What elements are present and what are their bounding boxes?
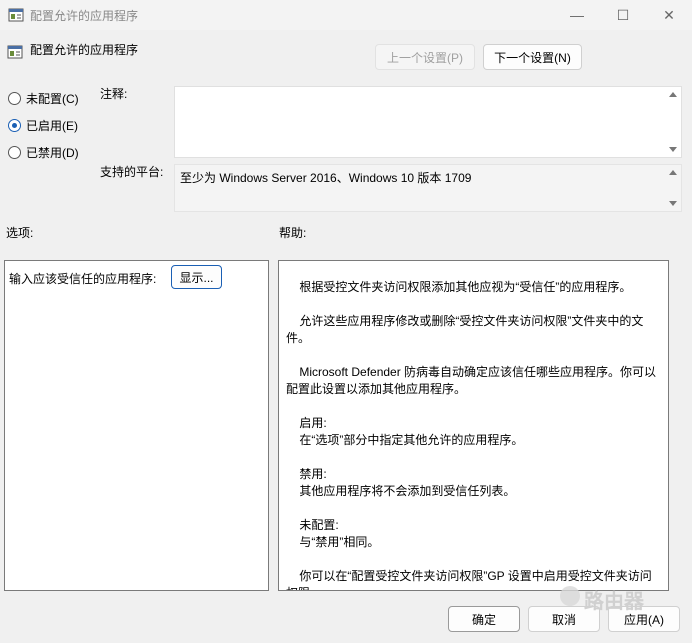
scroll-down-icon[interactable]: [669, 147, 677, 152]
window-title: 配置允许的应用程序: [30, 9, 139, 23]
comment-textarea[interactable]: [174, 86, 682, 158]
options-label: 选项:: [6, 226, 34, 240]
maximize-button[interactable]: ☐: [600, 0, 646, 30]
title-bar: 配置允许的应用程序 — ☐ ✕: [0, 0, 692, 30]
comment-scrollbar[interactable]: [666, 87, 681, 157]
trusted-apps-label: 输入应该受信任的应用程序:: [9, 272, 157, 286]
previous-setting-button[interactable]: 上一个设置(P): [375, 44, 475, 70]
minimize-button[interactable]: —: [554, 0, 600, 30]
ok-button[interactable]: 确定: [448, 606, 520, 632]
policy-icon: [8, 8, 24, 22]
maximize-icon: ☐: [616, 6, 630, 23]
show-button[interactable]: 显示...: [171, 265, 222, 289]
help-paragraph: Microsoft Defender 防病毒自动确定应该信任哪些应用程序。你可以…: [286, 365, 657, 396]
help-panel: 根据受控文件夹访问权限添加其他应视为“受信任”的应用程序。 允许这些应用程序修改…: [278, 260, 669, 591]
radio-enabled[interactable]: 已启用(E): [8, 117, 78, 134]
options-panel: 输入应该受信任的应用程序: 显示...: [4, 260, 269, 591]
help-paragraph: 根据受控文件夹访问权限添加其他应视为“受信任”的应用程序。: [286, 280, 632, 294]
scroll-up-icon[interactable]: [669, 92, 677, 97]
radio-disabled[interactable]: 已禁用(D): [8, 144, 79, 161]
scroll-up-icon[interactable]: [669, 170, 677, 175]
close-icon: ✕: [663, 6, 675, 23]
minimize-icon: —: [570, 7, 584, 23]
next-setting-button[interactable]: 下一个设置(N): [483, 44, 582, 70]
help-paragraph: 允许这些应用程序修改或删除“受控文件夹访问权限”文件夹中的文件。: [286, 314, 644, 345]
scroll-down-icon[interactable]: [669, 201, 677, 206]
policy-icon: [7, 45, 23, 59]
help-paragraph: 禁用: 其他应用程序将不会添加到受信任列表。: [299, 467, 516, 498]
watermark-text: 路由器: [584, 591, 644, 613]
setting-title: 配置允许的应用程序: [30, 43, 139, 57]
radio-label: 未配置(C): [26, 92, 79, 106]
help-paragraph: 未配置: 与“禁用”相同。: [299, 518, 380, 549]
comment-label: 注释:: [100, 87, 128, 101]
close-button[interactable]: ✕: [646, 0, 692, 30]
radio-label: 已禁用(D): [26, 146, 79, 160]
help-paragraph: 启用: 在“选项”部分中指定其他允许的应用程序。: [299, 416, 524, 447]
radio-circle[interactable]: [8, 92, 21, 105]
watermark-logo-icon: [560, 586, 580, 606]
radio-label: 已启用(E): [26, 119, 78, 133]
platform-box: 至少为 Windows Server 2016、Windows 10 版本 17…: [174, 164, 682, 212]
radio-circle[interactable]: [8, 146, 21, 159]
platform-value: 至少为 Windows Server 2016、Windows 10 版本 17…: [180, 171, 472, 185]
platform-label: 支持的平台:: [100, 165, 164, 179]
platform-scrollbar[interactable]: [666, 165, 681, 211]
help-text: 根据受控文件夹访问权限添加其他应视为“受信任”的应用程序。 允许这些应用程序修改…: [286, 279, 662, 590]
radio-not-configured[interactable]: 未配置(C): [8, 90, 79, 107]
radio-circle[interactable]: [8, 119, 21, 132]
help-label: 帮助:: [279, 226, 307, 240]
